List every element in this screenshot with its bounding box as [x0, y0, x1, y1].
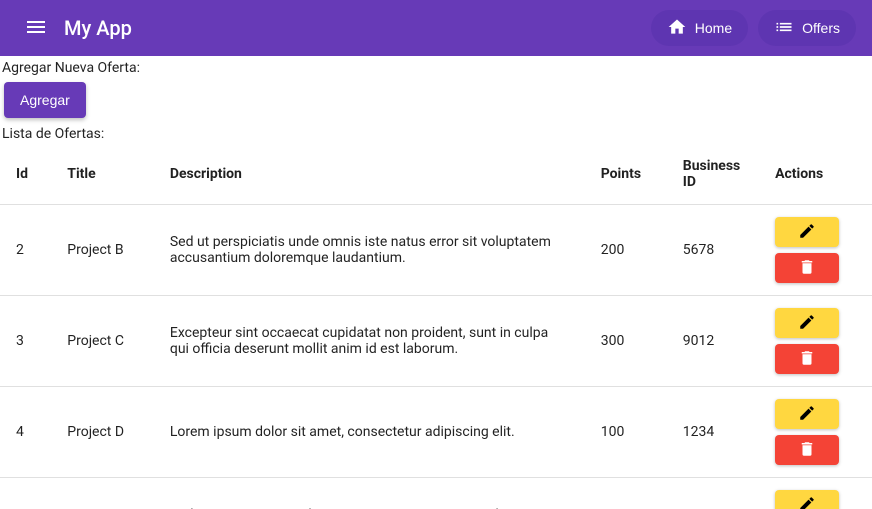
cell-business-id: 5678 [667, 478, 759, 509]
th-actions: Actions [759, 144, 872, 205]
add-section-label: Agregar Nueva Oferta: [0, 56, 872, 78]
table-row: 5Project ESed ut perspiciatis unde omnis… [0, 478, 872, 509]
cell-points: 200 [585, 478, 667, 509]
cell-points: 100 [585, 387, 667, 478]
delete-icon [798, 349, 816, 370]
cell-points: 200 [585, 205, 667, 296]
cell-business-id: 5678 [667, 205, 759, 296]
cell-business-id: 9012 [667, 296, 759, 387]
menu-button[interactable] [16, 8, 56, 48]
menu-icon [24, 15, 48, 42]
delete-button[interactable] [775, 435, 839, 465]
cell-title: Project D [51, 387, 154, 478]
cell-actions [759, 296, 872, 387]
table-row: 3Project CExcepteur sint occaecat cupida… [0, 296, 872, 387]
app-toolbar: My App Home Offers [0, 0, 872, 56]
home-button[interactable]: Home [651, 10, 748, 46]
edit-button[interactable] [775, 399, 839, 429]
offers-button[interactable]: Offers [758, 10, 856, 46]
delete-icon [798, 258, 816, 279]
home-icon [667, 17, 687, 40]
edit-icon [798, 495, 816, 509]
delete-icon [798, 440, 816, 461]
cell-points: 300 [585, 296, 667, 387]
edit-button[interactable] [775, 217, 839, 247]
home-button-label: Home [695, 20, 732, 36]
cell-id: 3 [0, 296, 51, 387]
add-offer-button[interactable]: Agregar [4, 82, 86, 118]
th-description: Description [154, 144, 585, 205]
delete-button[interactable] [775, 344, 839, 374]
edit-icon [798, 222, 816, 243]
cell-title: Project E [51, 478, 154, 509]
page-body: Agregar Nueva Oferta: Agregar Lista de O… [0, 56, 872, 509]
table-header-row: Id Title Description Points Business ID … [0, 144, 872, 205]
cell-id: 4 [0, 387, 51, 478]
app-title: My App [64, 16, 132, 40]
edit-button[interactable] [775, 308, 839, 338]
cell-business-id: 1234 [667, 387, 759, 478]
cell-actions [759, 387, 872, 478]
cell-actions [759, 478, 872, 509]
offers-table: Id Title Description Points Business ID … [0, 144, 872, 509]
cell-title: Project C [51, 296, 154, 387]
th-id: Id [0, 144, 51, 205]
cell-description: Lorem ipsum dolor sit amet, consectetur … [154, 387, 585, 478]
cell-description: Excepteur sint occaecat cupidatat non pr… [154, 296, 585, 387]
th-business-id: Business ID [667, 144, 759, 205]
cell-id: 2 [0, 205, 51, 296]
cell-description: Sed ut perspiciatis unde omnis iste natu… [154, 205, 585, 296]
offers-button-label: Offers [802, 20, 840, 36]
edit-button[interactable] [775, 490, 839, 509]
list-section-label: Lista de Ofertas: [0, 122, 872, 144]
edit-icon [798, 313, 816, 334]
delete-button[interactable] [775, 253, 839, 283]
th-points: Points [585, 144, 667, 205]
cell-id: 5 [0, 478, 51, 509]
cell-title: Project B [51, 205, 154, 296]
list-icon [774, 17, 794, 40]
cell-description: Sed ut perspiciatis unde omnis iste natu… [154, 478, 585, 509]
cell-actions [759, 205, 872, 296]
table-row: 2Project BSed ut perspiciatis unde omnis… [0, 205, 872, 296]
edit-icon [798, 404, 816, 425]
th-title: Title [51, 144, 154, 205]
table-row: 4Project DLorem ipsum dolor sit amet, co… [0, 387, 872, 478]
